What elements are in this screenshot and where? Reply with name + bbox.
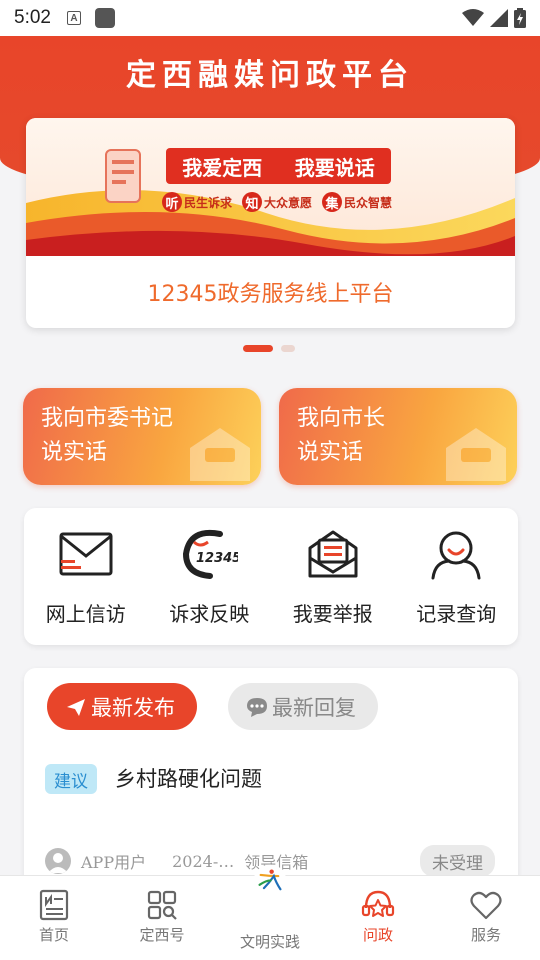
nav-label: 首页 [38, 926, 69, 944]
bottom-nav: 首页 定西号 文明实践 问政 服务 [0, 864, 540, 960]
mail-deco-icon [190, 428, 250, 481]
service-record-query[interactable]: 记录查询 [395, 508, 519, 645]
nav-label: 定西号 [139, 926, 185, 944]
report-mail-icon [308, 530, 358, 578]
button-label-line1: 我向市委书记 [41, 406, 174, 431]
send-icon [67, 698, 85, 716]
service-appeal[interactable]: 12345 诉求反映 [148, 508, 272, 645]
nav-label: 文明实践 [239, 933, 300, 951]
service-report[interactable]: 我要举报 [271, 508, 395, 645]
banner-image [26, 118, 515, 256]
item-title[interactable]: 乡村路硬化问题 [115, 763, 262, 793]
service-online-petition[interactable]: 网上信访 [24, 508, 148, 645]
tab-label: 最新回复 [272, 695, 356, 720]
carousel-indicator [243, 345, 295, 352]
avatar [45, 848, 71, 874]
button-label-line1: 我向市长 [297, 406, 386, 431]
status-badge: 未受理 [420, 845, 495, 877]
status-time: 5:02 [14, 7, 51, 28]
service-label: 诉求反映 [169, 602, 250, 626]
service-label: 记录查询 [416, 602, 497, 626]
banner-carousel[interactable]: 我爱定西 我要说话 听 民生诉求 知 大众意愿 集 民众智慧 12345政务服务… [26, 118, 515, 328]
carousel-dot-active[interactable] [243, 345, 273, 352]
notification-square-icon [94, 8, 115, 28]
nav-wenzheng[interactable]: 问政 [324, 876, 432, 960]
grid-search-icon [147, 890, 177, 920]
banner-badge-char: 集 [322, 192, 343, 212]
status-icons [462, 8, 526, 28]
secretary-feedback-label: 我向市委书记 说实话 [41, 402, 173, 470]
banner-badge: 知 大众意愿 [242, 192, 312, 212]
nav-dingxi-account[interactable]: 定西号 [108, 876, 216, 960]
banner-badge: 集 民众智慧 [322, 192, 392, 212]
banner-caption: 12345政务服务线上平台 [147, 282, 394, 307]
battery-icon [514, 8, 526, 28]
banner-badge-text: 大众意愿 [264, 195, 313, 210]
banner-badge-text: 民生诉求 [184, 195, 233, 210]
wifi-icon [462, 9, 484, 26]
item-category-tag: 建议 [45, 764, 97, 794]
banner-headline-2: 我要说话 [294, 155, 375, 180]
button-label-line2: 说实话 [297, 440, 364, 465]
hotline-12345-icon: 12345 [183, 530, 238, 579]
mail-deco-icon [446, 428, 506, 481]
button-label-line2: 说实话 [41, 440, 108, 465]
chat-icon [247, 697, 267, 717]
item-user: APP用户 [81, 853, 147, 872]
nav-civilization-practice[interactable]: 文明实践 [216, 864, 324, 960]
service-grid: 网上信访 12345 诉求反映 我要举报 记录查询 [24, 508, 518, 645]
item-date: 2024-… [172, 851, 235, 871]
headset-star-icon [361, 890, 395, 917]
service-label: 我要举报 [292, 602, 373, 626]
signal-icon [490, 9, 508, 27]
tab-latest-release[interactable]: 最新发布 [47, 683, 197, 730]
tab-latest-reply[interactable]: 最新回复 [228, 683, 378, 730]
hotline-number: 12345 [196, 551, 238, 566]
user-record-icon [431, 531, 481, 580]
page-title: 定西融媒问政平台 [126, 58, 414, 93]
banner-badge-char: 听 [162, 192, 182, 212]
banner-badge-char: 知 [242, 192, 263, 212]
mayor-feedback-button[interactable]: 我向市长 说实话 [279, 388, 517, 485]
app-screen: 5:02 A 定西融媒问政平台 我爱定西 我要说话 听 民生诉求 知 大众意愿 … [0, 0, 540, 960]
banner-headline-1: 我爱定西 [182, 155, 263, 180]
carousel-dot[interactable] [281, 345, 295, 352]
banner-badges: 听 民生诉求 知 大众意愿 集 民众智慧 [162, 192, 392, 212]
user-avatar-icon [48, 853, 68, 873]
status-bar: 5:02 A [0, 0, 540, 36]
heart-icon [470, 891, 502, 920]
banner-badge-text: 民众智慧 [344, 195, 393, 210]
service-label: 网上信访 [45, 602, 126, 626]
civilization-logo-icon [253, 864, 287, 898]
notification-a-icon: A [66, 11, 81, 25]
nav-home[interactable]: 首页 [0, 876, 108, 960]
mayor-feedback-label: 我向市长 说实话 [297, 402, 385, 470]
banner-headline: 我爱定西 我要说话 [166, 148, 391, 184]
nav-label: 问政 [362, 926, 393, 944]
secretary-feedback-button[interactable]: 我向市委书记 说实话 [23, 388, 261, 485]
envelope-icon [59, 532, 113, 576]
nav-label: 服务 [470, 926, 501, 944]
banner-badge: 听 民生诉求 [162, 192, 232, 212]
tab-label: 最新发布 [91, 695, 175, 720]
newspaper-icon [39, 889, 69, 921]
nav-service[interactable]: 服务 [432, 876, 540, 960]
